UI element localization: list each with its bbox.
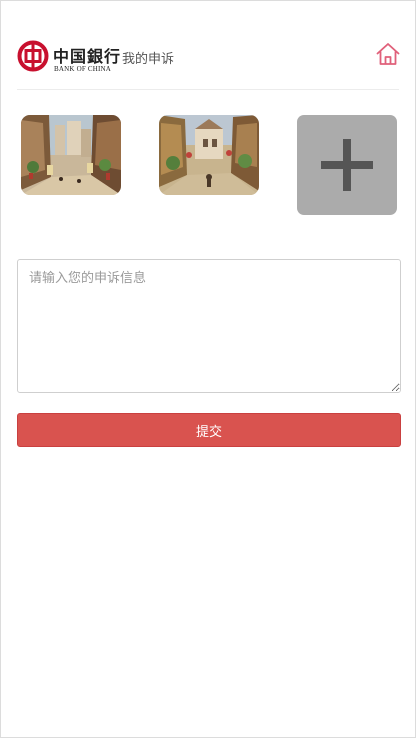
street-photo-1 xyxy=(21,115,121,195)
bank-logo-chinese-name: 中国銀行 xyxy=(53,47,122,66)
bank-logo-english-name: BANK OF CHINA xyxy=(54,65,112,73)
uploaded-photo-1[interactable] xyxy=(21,115,121,195)
uploaded-photo-2[interactable] xyxy=(159,115,259,195)
bank-logo: 中国銀行 BANK OF CHINA xyxy=(17,40,120,76)
street-photo-2 xyxy=(159,115,259,195)
complaint-textarea[interactable] xyxy=(17,259,401,393)
home-icon xyxy=(376,43,400,65)
add-photo-button[interactable] xyxy=(297,115,397,215)
page-title: 我的申诉 xyxy=(122,52,175,67)
plus-icon-vertical xyxy=(343,139,351,191)
bank-of-china-emblem-icon xyxy=(17,40,49,72)
header: 中国銀行 BANK OF CHINA 我的申诉 xyxy=(17,37,401,90)
home-button[interactable] xyxy=(375,41,401,67)
app-frame: 中国銀行 BANK OF CHINA 我的申诉 请输入您的申诉信息 提交 xyxy=(0,0,416,738)
submit-button[interactable]: 提交 xyxy=(17,413,401,447)
